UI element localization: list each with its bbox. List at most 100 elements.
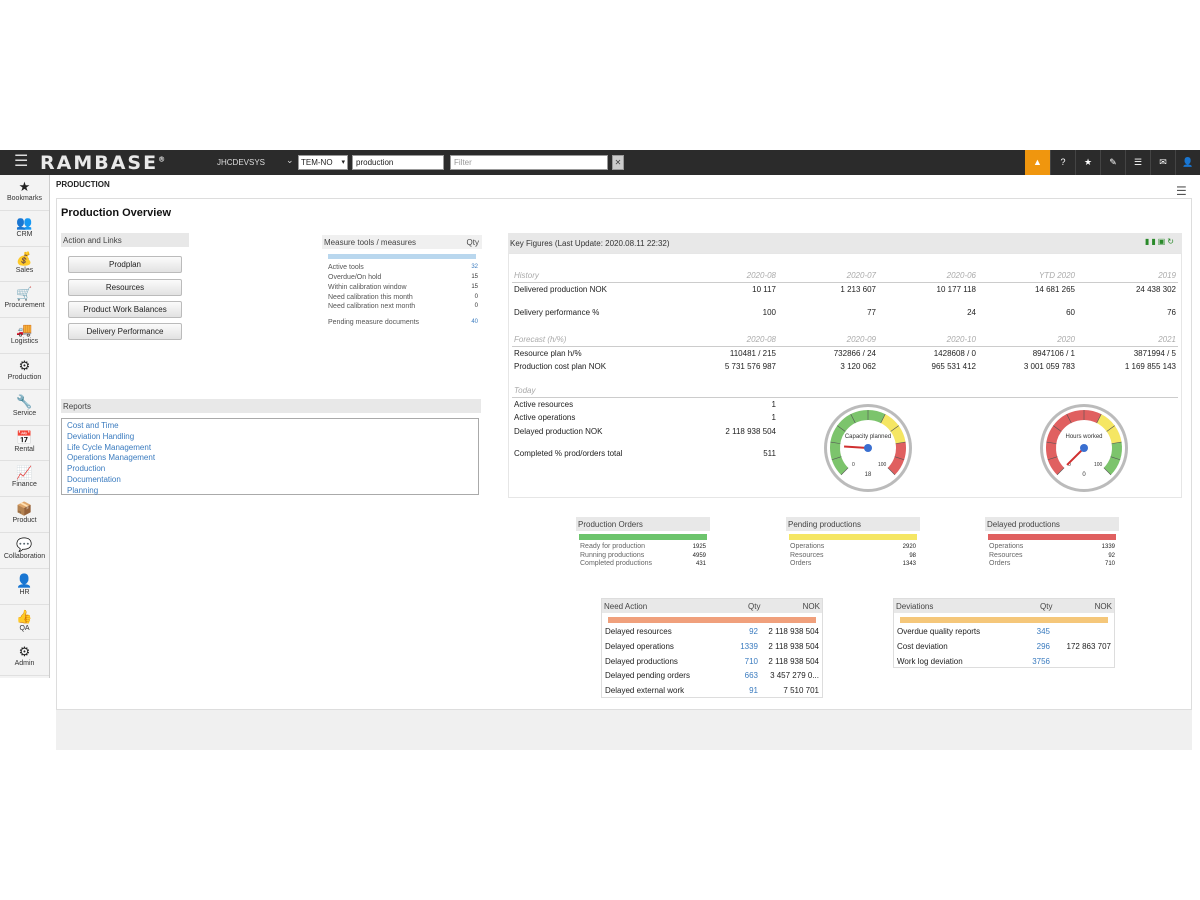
measure-row[interactable]: Overdue/On hold 15 [328, 274, 478, 284]
chevron-down-icon[interactable]: ⌄ [286, 155, 294, 166]
measure-row[interactable]: Need calibration next month 0 [328, 303, 478, 313]
hours-worked-gauge: Hours worked0 1000 [1040, 404, 1128, 492]
measure-row-value[interactable]: 32 [471, 264, 478, 270]
filter-input[interactable]: Filter [450, 155, 608, 170]
report-link[interactable]: Operations Management [67, 453, 473, 464]
summary-row[interactable]: Resources 98 [786, 552, 920, 561]
table-row[interactable]: Work log deviation 3756 [894, 655, 1114, 670]
summary-row[interactable]: Operations 2920 [786, 543, 920, 552]
table-row[interactable]: Cost deviation 296 172 863 707 [894, 640, 1114, 655]
pending-measure-documents[interactable]: Pending measure documents 40 [328, 319, 478, 329]
key-figure-value: 76 [1167, 308, 1176, 317]
report-link[interactable]: Deviation Handling [67, 432, 473, 443]
key-figure-label: Resource plan h/% [514, 349, 582, 358]
sidebar-item-admin[interactable]: ⚙ Admin [0, 640, 49, 677]
box-icon: 📦 [16, 501, 33, 517]
summary-box: Pending productions Operations 2920 Resourc… [786, 517, 920, 569]
report-link[interactable]: Documentation [67, 475, 473, 486]
key-figure-value: 1 213 607 [840, 285, 876, 294]
sidebar-item-hr[interactable]: 👤 HR [0, 569, 49, 605]
sidebar-item-label: QA [19, 624, 30, 632]
measure-row[interactable]: Within calibration window 15 [328, 284, 478, 294]
sidebar-item-bookmarks[interactable]: ★ Bookmarks [0, 175, 49, 211]
product-work-balances-button[interactable]: Product Work Balances [68, 301, 182, 318]
sidebar-item-product[interactable]: 📦 Product [0, 497, 49, 533]
measure-row-label: Need calibration next month [328, 303, 416, 310]
help-icon[interactable]: ? [1050, 150, 1075, 175]
summary-row[interactable]: Running productions 4959 [576, 552, 710, 561]
row-qty[interactable]: 92 [749, 627, 758, 636]
column-header: 2020 [1057, 335, 1075, 344]
row-qty[interactable]: 710 [745, 657, 758, 666]
measure-row-value[interactable]: 40 [471, 319, 478, 325]
language-select[interactable]: TEM-NO ▾ [298, 155, 348, 170]
sidebar-item-sales[interactable]: 💰 Sales [0, 247, 49, 283]
chart-icon[interactable]: ▮▮ [1145, 237, 1158, 246]
warning-icon[interactable]: ▲ [1025, 150, 1050, 175]
key-figure-label: Production cost plan NOK [514, 362, 607, 371]
row-qty[interactable]: 663 [745, 671, 758, 680]
sidebar-item-finance[interactable]: 📈 Finance [0, 461, 49, 498]
key-figure-row: Resource plan h/% 110481 / 215 732866 / 24… [512, 349, 1178, 361]
company-selector[interactable]: JHCDEVSYS [217, 158, 265, 167]
sidebar-item-collaboration[interactable]: 💬 Collaboration [0, 533, 49, 569]
page-title: Production Overview [61, 207, 172, 219]
table-row[interactable]: Delayed resources 92 2 118 938 504 [602, 625, 822, 640]
need-action-table: Need Action Qty NOK Delayed resources 92 2… [601, 598, 823, 698]
sidebar-item-rental[interactable]: 📅 Rental [0, 426, 49, 462]
list-icon[interactable]: ☰ [1125, 150, 1150, 175]
qty-column-header: Qty [748, 602, 761, 611]
table-row[interactable]: Delayed productions 710 2 118 938 504 [602, 655, 822, 670]
clear-filter-button[interactable]: ✕ [612, 155, 624, 170]
sidebar-item-crm[interactable]: 👥 CRM [0, 211, 49, 247]
measure-row[interactable]: Active tools 32 [328, 264, 478, 274]
summary-row[interactable]: Ready for production 1925 [576, 543, 710, 552]
row-qty[interactable]: 296 [1037, 642, 1050, 651]
table-row[interactable]: Delayed pending orders 663 3 457 279 0... [602, 669, 822, 684]
row-qty[interactable]: 91 [749, 686, 758, 695]
report-link[interactable]: Production [67, 464, 473, 475]
key-figure-value: 1 169 855 143 [1124, 362, 1176, 371]
summary-row-label: Operations [790, 543, 825, 550]
summary-row[interactable]: Resources 92 [985, 552, 1119, 561]
mail-icon[interactable]: ✉ [1150, 150, 1175, 175]
summary-row[interactable]: Completed productions 431 [576, 560, 710, 569]
user-icon[interactable]: 👤 [1175, 150, 1200, 175]
table-row[interactable]: Delayed external work 91 7 510 701 [602, 684, 822, 699]
deviations-header: Deviations Qty NOK [894, 599, 1114, 613]
report-link[interactable]: Planning [67, 486, 473, 497]
row-qty[interactable]: 3756 [1032, 657, 1050, 666]
table-row[interactable]: Overdue quality reports 345 [894, 625, 1114, 640]
pin-icon[interactable]: ✎ [1100, 150, 1125, 175]
sidebar-item-label: Production [7, 373, 42, 381]
excel-icon[interactable]: ▣ [1158, 237, 1168, 246]
deviations-bar [900, 617, 1108, 623]
sidebar-item-label: Procurement [4, 302, 45, 310]
row-qty[interactable]: 1339 [740, 642, 758, 651]
main-menu-icon[interactable]: ☰ [14, 154, 28, 170]
table-row[interactable]: Delayed operations 1339 2 118 938 504 [602, 640, 822, 655]
search-input[interactable]: production [352, 155, 444, 170]
star-icon[interactable]: ★ [1075, 150, 1100, 175]
prodplan-button[interactable]: Prodplan [68, 256, 182, 273]
sidebar-item-production[interactable]: ⚙ Production [0, 354, 49, 390]
row-label: Delayed resources [605, 627, 672, 636]
refresh-icon[interactable]: ↻ [1167, 237, 1176, 246]
sidebar-item-procurement[interactable]: 🛒 Procurement [0, 282, 49, 319]
page-menu-icon[interactable]: ☰ [1176, 184, 1187, 198]
sidebar-item-logistics[interactable]: 🚚 Logistics [0, 318, 49, 354]
sidebar-item-service[interactable]: 🔧 Service [0, 390, 49, 426]
export-icons[interactable]: ▮▮▣↻ [1145, 237, 1176, 246]
sidebar-item-label: CRM [16, 230, 33, 238]
rambase-logo[interactable]: RAMBASE® [40, 152, 165, 174]
row-label: Work log deviation [897, 656, 963, 666]
row-qty[interactable]: 345 [1037, 627, 1050, 636]
summary-row[interactable]: Orders 1343 [786, 560, 920, 569]
delivery-performance-button[interactable]: Delivery Performance [68, 323, 182, 340]
summary-row[interactable]: Orders 710 [985, 560, 1119, 569]
report-link[interactable]: Cost and Time [67, 421, 473, 432]
report-link[interactable]: Life Cycle Management [67, 443, 473, 454]
summary-row[interactable]: Operations 1339 [985, 543, 1119, 552]
resources-button[interactable]: Resources [68, 279, 182, 296]
sidebar-item-qa[interactable]: 👍 QA [0, 605, 49, 641]
